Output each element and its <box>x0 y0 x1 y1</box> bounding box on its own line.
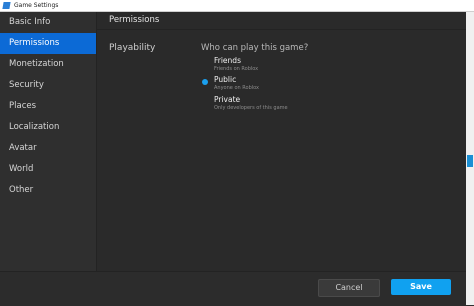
sidebar-item-label: Other <box>9 185 34 195</box>
radio-option-private[interactable]: Private Only developers of this game <box>201 95 401 113</box>
title-bar: Game Settings <box>0 0 474 12</box>
section-label-playability: Playability <box>109 43 156 53</box>
sidebar-item-label: World <box>9 164 34 174</box>
radio-icon <box>202 99 208 105</box>
option-description: Anyone on Roblox <box>214 85 259 91</box>
sidebar-item-label: Monetization <box>9 59 64 69</box>
sidebar-item-localization[interactable]: Localization <box>0 117 96 138</box>
sidebar-item-world[interactable]: World <box>0 159 96 180</box>
window-title: Game Settings <box>14 2 59 9</box>
background-window-edge <box>466 12 474 305</box>
radio-selected-icon <box>202 79 208 85</box>
option-description: Only developers of this game <box>214 105 288 111</box>
sidebar-item-monetization[interactable]: Monetization <box>0 54 96 75</box>
sidebar-item-label: Avatar <box>9 143 37 153</box>
sidebar-item-label: Basic Info <box>9 17 51 27</box>
radio-icon <box>202 60 208 66</box>
option-label: Public <box>214 75 237 84</box>
cancel-button[interactable]: Cancel <box>318 279 380 297</box>
sidebar-item-label: Permissions <box>9 38 60 48</box>
sidebar: Basic Info Permissions Monetization Secu… <box>0 12 97 271</box>
sidebar-item-avatar[interactable]: Avatar <box>0 138 96 159</box>
radio-option-friends[interactable]: Friends Friends on Roblox <box>201 56 401 74</box>
sidebar-item-basic-info[interactable]: Basic Info <box>0 12 96 33</box>
sidebar-item-security[interactable]: Security <box>0 75 96 96</box>
background-accent-mark <box>467 155 473 167</box>
page-title: Permissions <box>97 12 466 30</box>
option-label: Friends <box>214 56 241 65</box>
settings-panel: Permissions Playability Who can play thi… <box>97 12 466 271</box>
app-logo-icon <box>2 2 11 9</box>
sidebar-item-label: Security <box>9 80 44 90</box>
sidebar-item-label: Localization <box>9 122 60 132</box>
playability-question: Who can play this game? <box>201 43 309 53</box>
option-label: Private <box>214 95 241 104</box>
sidebar-item-label: Places <box>9 101 37 111</box>
dialog-footer: Cancel Save <box>0 271 466 306</box>
sidebar-item-permissions[interactable]: Permissions <box>0 33 96 54</box>
save-button[interactable]: Save <box>391 279 451 295</box>
radio-option-public[interactable]: Public Anyone on Roblox <box>201 75 401 93</box>
sidebar-item-other[interactable]: Other <box>0 180 96 201</box>
option-description: Friends on Roblox <box>214 66 259 72</box>
sidebar-item-places[interactable]: Places <box>0 96 96 117</box>
